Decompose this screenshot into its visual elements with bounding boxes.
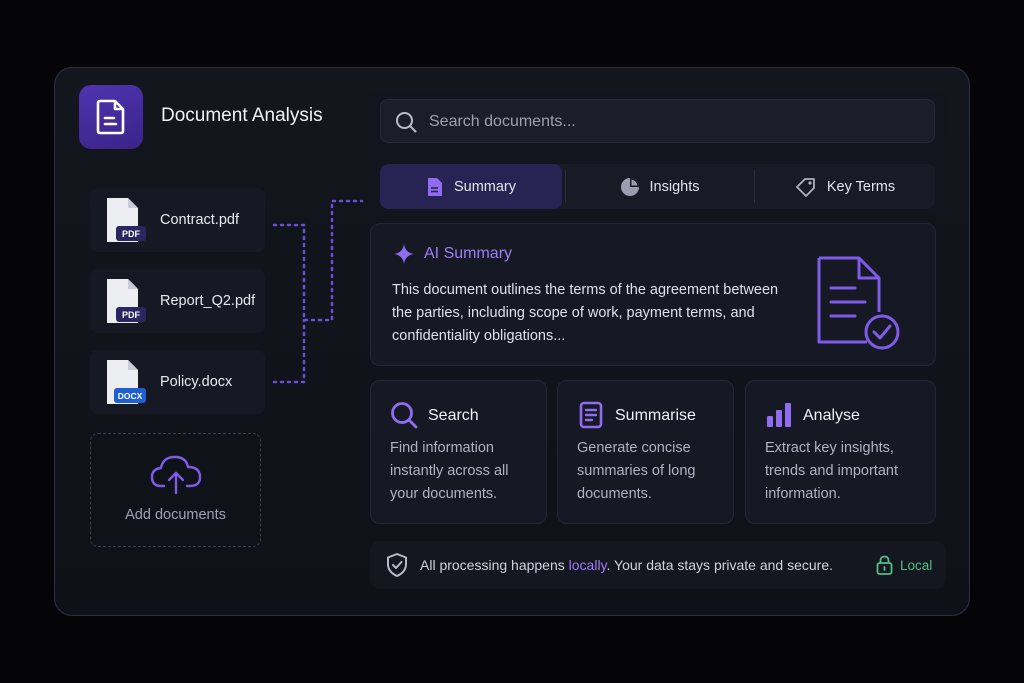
local-badge: Local bbox=[900, 558, 933, 573]
file-name: Policy.docx bbox=[160, 374, 233, 390]
file-name: Contract.pdf bbox=[160, 212, 239, 228]
search-input[interactable]: Search documents... bbox=[380, 99, 935, 143]
docx-file-icon: DOCX bbox=[107, 360, 146, 404]
file-item-contract[interactable]: PDF Contract.pdf bbox=[90, 188, 265, 252]
document-icon bbox=[427, 177, 442, 196]
add-documents-dropzone[interactable]: Add documents bbox=[90, 433, 261, 547]
app-logo bbox=[79, 85, 143, 149]
pdf-file-icon: PDF bbox=[107, 279, 146, 323]
privacy-message: All processing happens locally. Your dat… bbox=[420, 557, 833, 573]
tab-insights[interactable]: Insights bbox=[566, 164, 753, 209]
pdf-file-icon: PDF bbox=[107, 198, 146, 242]
ai-summary-header: AI Summary bbox=[393, 243, 512, 265]
file-badge: PDF bbox=[122, 310, 141, 320]
shield-check-icon bbox=[387, 553, 407, 577]
feature-description: Extract key insights, trends and importa… bbox=[765, 440, 898, 502]
cloud-upload-icon bbox=[150, 455, 202, 495]
search-icon bbox=[391, 402, 418, 429]
privacy-footer: All processing happens locally. Your dat… bbox=[370, 541, 946, 589]
tab-label: Summary bbox=[453, 178, 517, 195]
file-badge: PDF bbox=[122, 229, 141, 239]
document-icon bbox=[96, 99, 125, 135]
privacy-message-start: All processing happens bbox=[420, 557, 569, 573]
search-placeholder: Search documents... bbox=[429, 113, 576, 130]
lock-icon bbox=[876, 555, 893, 575]
privacy-message-highlight: locally bbox=[568, 557, 607, 573]
pie-chart-icon bbox=[620, 177, 639, 196]
ai-summary-title: AI Summary bbox=[424, 245, 513, 262]
add-documents-label: Add documents bbox=[125, 507, 226, 523]
privacy-message-end: . Your data stays private and secure. bbox=[606, 557, 834, 573]
file-badge: DOCX bbox=[118, 391, 143, 401]
tab-key-terms[interactable]: Key Terms bbox=[755, 164, 935, 209]
feature-description: Find information instantly across all yo… bbox=[390, 440, 509, 502]
tab-label: Insights bbox=[649, 178, 700, 195]
app-title: Document Analysis bbox=[161, 105, 323, 126]
feature-card-analyse: Analyse Extract key insights, trends and… bbox=[745, 380, 936, 524]
feature-title: Analyse bbox=[803, 407, 860, 424]
bar-chart-icon bbox=[767, 403, 791, 427]
sparkle-icon bbox=[394, 244, 414, 264]
tab-bar: Summary Insights Key Terms bbox=[380, 164, 935, 209]
feature-description: Generate concise summaries of long docum… bbox=[577, 440, 696, 502]
feature-card-search: Search Find information instantly across… bbox=[370, 380, 547, 524]
document-check-icon bbox=[817, 256, 900, 350]
feature-card-summarise: Summarise Generate concise summaries of … bbox=[557, 380, 734, 524]
tab-summary[interactable]: Summary bbox=[380, 164, 562, 209]
ai-summary-card: AI Summary This document outlines the te… bbox=[370, 223, 936, 366]
tag-icon bbox=[795, 177, 815, 197]
tab-label: Key Terms bbox=[826, 178, 896, 195]
ai-summary-text: This document outlines the terms of the … bbox=[392, 282, 779, 344]
file-item-policy[interactable]: DOCX Policy.docx bbox=[90, 350, 265, 414]
feature-title: Summarise bbox=[615, 407, 696, 424]
file-name: Report_Q2.pdf bbox=[160, 293, 256, 309]
feature-title: Search bbox=[428, 407, 479, 424]
document-lines-icon bbox=[579, 401, 603, 429]
file-item-report[interactable]: PDF Report_Q2.pdf bbox=[90, 269, 265, 333]
search-icon bbox=[396, 112, 417, 133]
